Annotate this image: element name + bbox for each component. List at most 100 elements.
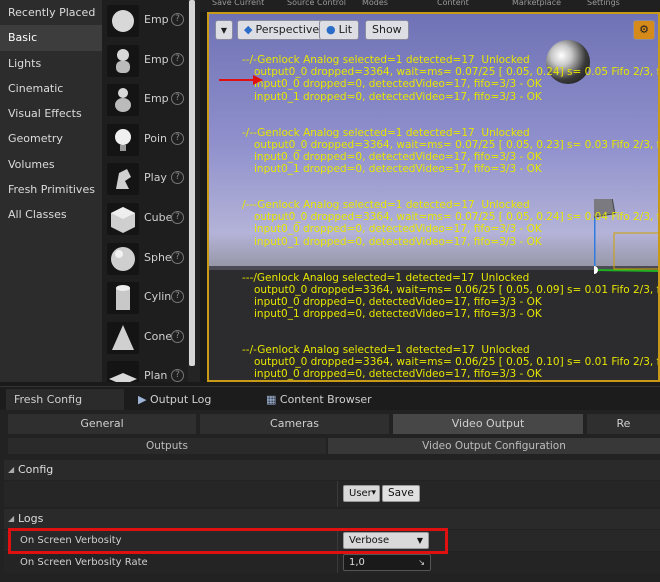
help-icon[interactable]: ? (171, 290, 184, 304)
output-log-icon: ▶ (138, 393, 150, 406)
category-5[interactable]: Geometry (0, 126, 102, 151)
genlock-line: output0_0 dropped=3364, wait=ms= 0.07/25… (254, 66, 660, 79)
category-0[interactable]: Recently Placed (0, 0, 102, 25)
realtime-icon[interactable]: ⚙ (633, 20, 655, 40)
toolbar-strip: Save Current Source Control Modes Content Ma… (200, 0, 660, 12)
config-tab-1[interactable]: Cameras (200, 414, 389, 434)
dock-tab-2[interactable]: ▦ Content Browser (258, 389, 408, 411)
resize-icon: ↘ (418, 558, 425, 567)
actor-item-label: Emp (144, 52, 169, 66)
verbosity-rate-field[interactable]: 1,0 ↘ (343, 554, 431, 571)
plane-icon (107, 361, 139, 382)
toolbar-tab-4[interactable]: Marketplace (512, 0, 561, 8)
dock-tab-label: Content Browser (279, 393, 372, 406)
config-tab-0[interactable]: General (8, 414, 196, 434)
level-viewport[interactable]: ▼ ◆ Perspective ● Lit Show ⚙ --/-Genlock A… (207, 12, 660, 382)
empty-pawn-icon (107, 84, 139, 117)
genlock-line: input0_1 dropped=0, detectedVideo=17, fi… (254, 90, 542, 103)
actor-item-4[interactable]: Play? (102, 161, 188, 197)
help-icon[interactable]: ? (171, 369, 184, 382)
genlock-line: input0_1 dropped=0, detectedVideo=17, fi… (254, 163, 542, 176)
viewport-options-button[interactable]: ▼ (215, 20, 233, 40)
actor-item-1[interactable]: Emp? (102, 43, 188, 79)
viewport-horizon (209, 266, 658, 270)
genlock-line: output0_0 dropped=3364, wait=ms= 0.06/25… (254, 356, 660, 369)
lit-sphere-icon: ● (326, 23, 336, 36)
fresh-config-panel: General Cameras Video Output Re Outputs Video… (0, 410, 660, 582)
category-1[interactable]: Basic (0, 25, 102, 51)
actor-item-0[interactable]: Emp? (102, 3, 188, 39)
save-button[interactable]: Save (382, 485, 420, 502)
chevron-down-icon: ▾ (371, 488, 376, 498)
logs-section[interactable]: ◢ Logs (4, 509, 660, 529)
annotation-arrow (219, 75, 263, 85)
actor-item-9[interactable]: Plan? (102, 359, 188, 382)
genlock-line: output0_0 dropped=3364, wait=ms= 0.06/25… (254, 283, 660, 296)
config-tab-3[interactable]: Re (587, 414, 660, 434)
place-actors-panel: Recently Placed Basic Lights Cinematic Visua… (0, 0, 200, 382)
actor-item-3[interactable]: Poin? (102, 122, 188, 158)
toolbar-tab-3[interactable]: Content (437, 0, 469, 8)
user-combo[interactable]: User ▾ (343, 485, 380, 502)
help-icon[interactable]: ? (171, 171, 184, 185)
category-6[interactable]: Volumes (0, 152, 102, 177)
actor-item-7[interactable]: Cylin? (102, 280, 188, 316)
genlock-line: input0_0 dropped=0, detectedVideo=17, fi… (254, 368, 542, 381)
property-value: 1,0 (349, 557, 365, 568)
help-icon[interactable]: ? (171, 131, 184, 145)
dock-tab-1[interactable]: ▶ Output Log (130, 389, 250, 411)
toolbar-tab-2[interactable]: Modes (362, 0, 388, 8)
lit-button[interactable]: ● Lit (319, 20, 360, 40)
actor-item-8[interactable]: Cone? (102, 320, 188, 356)
genlock-line: input0_0 dropped=0, detectedVideo=17, fi… (254, 78, 542, 91)
help-icon[interactable]: ? (171, 92, 184, 106)
genlock-header: --/-Genlock Analog selected=1 detected=1… (242, 344, 530, 356)
perspective-label: Perspective (255, 23, 320, 36)
genlock-header: ---/Genlock Analog selected=1 detected=1… (242, 271, 530, 284)
config-tab-2[interactable]: Video Output (393, 414, 583, 434)
genlock-block: /---Genlock Analog selected=1 detected=1… (242, 199, 658, 248)
perspective-button[interactable]: ◆ Perspective (237, 20, 327, 40)
config-section[interactable]: ◢ Config (4, 460, 660, 480)
expand-arrow-icon[interactable]: ◢ (8, 460, 14, 480)
help-icon[interactable]: ? (171, 329, 184, 343)
actor-item-label: Cone (144, 329, 173, 343)
config-subtab-0[interactable]: Outputs (8, 438, 326, 454)
bottom-dock-tabbar: Fresh Config ▶ Output Log ▦ Content Browse… (0, 386, 660, 411)
genlock-line: input0_0 dropped=0, detectedVideo=17, fi… (254, 223, 542, 236)
property-label: On Screen Verbosity Rate (20, 557, 148, 568)
actor-item-label: Cylin (144, 290, 172, 304)
help-icon[interactable]: ? (171, 13, 184, 26)
toolbar-tab-0[interactable]: Save Current (212, 0, 264, 8)
logs-section-label: Logs (18, 512, 44, 525)
category-3[interactable]: Cinematic (0, 76, 102, 101)
genlock-line: output0_0 dropped=3364, wait=ms= 0.07/25… (254, 138, 660, 151)
config-subtab-1[interactable]: Video Output Configuration (328, 438, 660, 454)
category-4[interactable]: Visual Effects (0, 101, 102, 126)
dock-tab-0[interactable]: Fresh Config (6, 389, 124, 411)
genlock-header: /---Genlock Analog selected=1 detected=1… (242, 199, 530, 211)
genlock-header: --/-Genlock Analog selected=1 detected=1… (242, 54, 530, 66)
show-button[interactable]: Show (365, 20, 409, 40)
category-8[interactable]: All Classes (0, 202, 102, 227)
genlock-line: input0_1 dropped=0, detectedVideo=17, fi… (254, 235, 542, 248)
expand-arrow-icon[interactable]: ◢ (8, 509, 14, 529)
point-light-icon (107, 123, 139, 156)
actor-item-6[interactable]: Sphe? (102, 241, 188, 277)
actor-item-2[interactable]: Emp? (102, 82, 188, 118)
player-start-icon (107, 163, 139, 196)
category-2[interactable]: Lights (0, 51, 102, 76)
category-list: Recently Placed Basic Lights Cinematic Visua… (0, 0, 102, 382)
category-7[interactable]: Fresh Primitives (0, 177, 102, 202)
actor-item-5[interactable]: Cube? (102, 201, 188, 237)
user-combo-label: User (349, 488, 372, 499)
help-icon[interactable]: ? (171, 52, 184, 66)
genlock-block: --/-Genlock Analog selected=1 detected=1… (242, 54, 660, 103)
toolbar-tab-5[interactable]: Settings (587, 0, 620, 8)
help-icon[interactable]: ? (171, 250, 184, 264)
dock-tab-label: Fresh Config (14, 393, 83, 406)
actor-item-label: Emp (144, 92, 169, 106)
help-icon[interactable]: ? (171, 211, 184, 224)
toolbar-tab-1[interactable]: Source Control (287, 0, 346, 8)
item-list-scrollbar[interactable] (189, 0, 195, 366)
